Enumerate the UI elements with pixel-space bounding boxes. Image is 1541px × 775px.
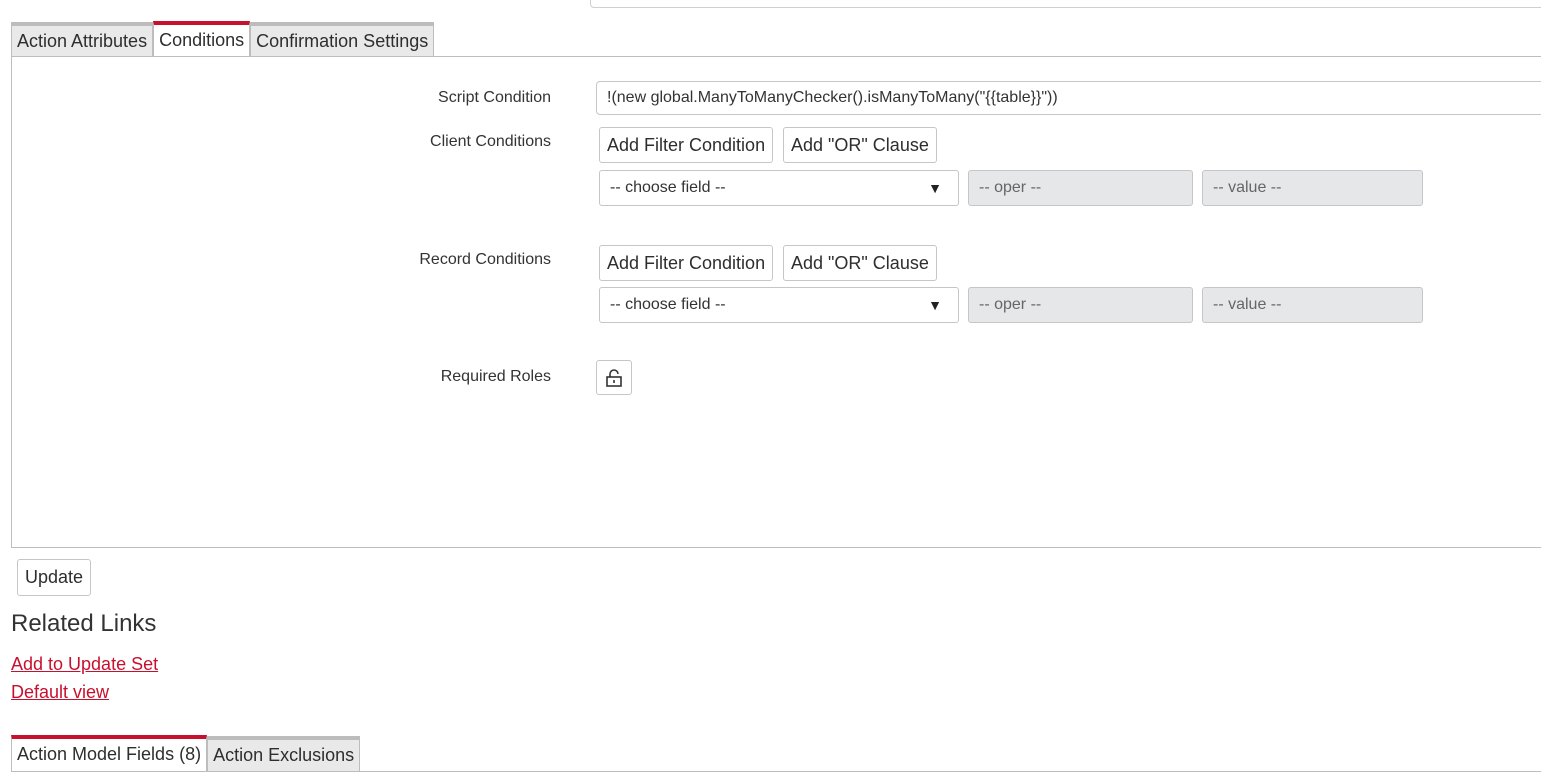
required-roles-label: Required Roles bbox=[440, 368, 551, 385]
update-button[interactable]: Update bbox=[17, 559, 92, 596]
form-tabs: Action Attributes Conditions Confirmatio… bbox=[11, 21, 435, 58]
related-list-divider bbox=[11, 771, 1541, 772]
client-value-input: -- value -- bbox=[1202, 170, 1423, 206]
client-field-select[interactable]: -- choose field -- ▼ bbox=[599, 170, 959, 206]
tab-action-exclusions[interactable]: Action Exclusions bbox=[207, 736, 361, 772]
script-condition-label: Script Condition bbox=[438, 89, 551, 106]
client-field-select-value: -- choose field -- bbox=[610, 179, 726, 196]
record-add-or-clause-button[interactable]: Add "OR" Clause bbox=[783, 245, 937, 281]
record-value-input: -- value -- bbox=[1202, 287, 1423, 323]
related-links-title: Related Links bbox=[11, 610, 157, 637]
add-to-update-set-link[interactable]: Add to Update Set bbox=[11, 654, 158, 675]
record-operator-select: -- oper -- bbox=[968, 287, 1193, 323]
record-add-filter-condition-button[interactable]: Add Filter Condition bbox=[599, 245, 774, 281]
tab-conditions[interactable]: Conditions bbox=[153, 21, 251, 58]
dropdown-arrow-icon: ▼ bbox=[928, 297, 942, 313]
lock-icon bbox=[606, 368, 622, 387]
client-add-or-clause-button[interactable]: Add "OR" Clause bbox=[783, 127, 937, 163]
script-condition-input[interactable]: !(new global.ManyToManyChecker().isManyT… bbox=[596, 81, 1541, 115]
record-field-select[interactable]: -- choose field -- ▼ bbox=[599, 287, 959, 323]
client-operator-select: -- oper -- bbox=[968, 170, 1193, 206]
dropdown-arrow-icon: ▼ bbox=[928, 180, 942, 196]
tab-action-model-fields[interactable]: Action Model Fields (8) bbox=[11, 735, 208, 772]
required-roles-unlock-button[interactable] bbox=[596, 360, 632, 395]
client-add-filter-condition-button[interactable]: Add Filter Condition bbox=[599, 127, 774, 163]
tab-confirmation-settings[interactable]: Confirmation Settings bbox=[250, 22, 435, 58]
default-view-link[interactable]: Default view bbox=[11, 682, 109, 703]
client-conditions-label: Client Conditions bbox=[430, 133, 551, 150]
record-field-select-value: -- choose field -- bbox=[610, 296, 726, 313]
related-list-tabs: Action Model Fields (8) Action Exclusion… bbox=[11, 735, 361, 772]
previous-field-input[interactable] bbox=[590, 0, 1541, 8]
record-conditions-label: Record Conditions bbox=[419, 251, 551, 268]
tab-action-attributes[interactable]: Action Attributes bbox=[11, 22, 154, 58]
